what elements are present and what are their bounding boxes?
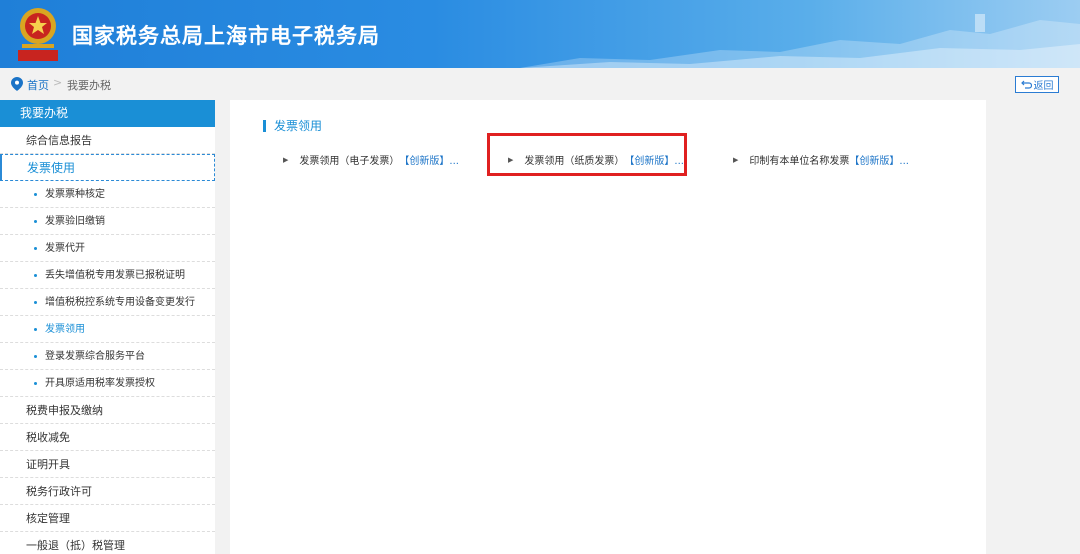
link-text: 印制有本单位名称发票 xyxy=(749,156,850,167)
sidebar-heading: 我要办税 xyxy=(0,100,215,127)
link-tag: 【创新版】... xyxy=(849,156,909,167)
sidebar-item[interactable]: 税务行政许可 xyxy=(0,478,215,505)
sidebar-subitem[interactable]: 发票验旧缴销 xyxy=(0,208,215,235)
location-pin-icon xyxy=(11,77,23,91)
sidebar-subitem-invoice-collection[interactable]: 发票领用 xyxy=(0,316,215,343)
sidebar-subitem[interactable]: 丢失增值税专用发票已报税证明 xyxy=(0,262,215,289)
link-tag: 【创新版】... xyxy=(399,156,459,167)
sidebar-item-comprehensive-report[interactable]: 综合信息报告 xyxy=(0,127,215,154)
tax-emblem-icon xyxy=(18,8,58,61)
breadcrumb-separator: > xyxy=(53,76,63,89)
bullet-icon xyxy=(34,354,37,358)
link-electronic-invoice[interactable]: ▶ 发票领用（电子发票） 【创新版】... xyxy=(283,152,459,168)
sidebar-item[interactable]: 一般退（抵）税管理 xyxy=(0,532,215,554)
sidebar-subitem[interactable]: 增值税税控系统专用设备变更发行 xyxy=(0,289,215,316)
back-button[interactable]: 返回 xyxy=(1015,76,1059,93)
bullet-icon xyxy=(34,246,37,250)
breadcrumb-current: 我要办税 xyxy=(67,79,111,92)
sidebar-subitem[interactable]: 发票代开 xyxy=(0,235,215,262)
return-arrow-icon xyxy=(1020,80,1032,89)
breadcrumb-home-link[interactable]: 首页 xyxy=(27,77,49,93)
bullet-icon xyxy=(34,327,37,331)
site-title: 国家税务总局上海市电子税务局 xyxy=(72,24,380,48)
highlight-annotation-box xyxy=(487,133,687,176)
sidebar-subitem-label: 开具原适用税率发票授权 xyxy=(45,378,155,389)
sidebar-subitem-label: 增值税税控系统专用设备变更发行 xyxy=(45,297,195,308)
arrow-right-icon: ▶ xyxy=(733,155,739,164)
breadcrumb: 首页 > 我要办税 xyxy=(0,68,1080,100)
sidebar-subitem[interactable]: 开具原适用税率发票授权 xyxy=(0,370,215,397)
back-button-label: 返回 xyxy=(1033,81,1054,92)
sidebar-item[interactable]: 证明开具 xyxy=(0,451,215,478)
bullet-icon xyxy=(34,273,37,277)
sidebar-subitem-label: 登录发票综合服务平台 xyxy=(45,351,145,362)
title-bar-decoration xyxy=(263,119,266,132)
arrow-right-icon: ▶ xyxy=(283,155,289,164)
sidebar-subitem-label: 发票代开 xyxy=(45,243,85,254)
sidebar-subitem[interactable]: 发票票种核定 xyxy=(0,181,215,208)
sidebar: 我要办税 综合信息报告 发票使用 发票票种核定 发票验旧缴销 发票代开 丢失增值… xyxy=(0,100,215,554)
link-printed-invoice[interactable]: ▶ 印制有本单位名称发票 【创新版】... xyxy=(733,152,909,168)
sidebar-subitem-label: 发票验旧缴销 xyxy=(45,216,105,227)
bullet-icon xyxy=(34,300,37,304)
sidebar-subitem-label: 发票领用 xyxy=(45,324,85,335)
sidebar-subitem-label: 发票票种核定 xyxy=(45,189,105,200)
sidebar-item[interactable]: 税收减免 xyxy=(0,424,215,451)
site-header: 国家税务总局上海市电子税务局 xyxy=(0,0,1080,68)
link-text: 发票领用（电子发票） xyxy=(299,156,400,167)
sidebar-item[interactable]: 税费申报及缴纳 xyxy=(0,397,215,424)
sidebar-subitem-label: 丢失增值税专用发票已报税证明 xyxy=(45,270,185,281)
sidebar-group-invoice-use[interactable]: 发票使用 xyxy=(0,154,215,181)
section-title: 发票领用 xyxy=(263,117,322,134)
sidebar-item[interactable]: 核定管理 xyxy=(0,505,215,532)
great-wall-decoration xyxy=(520,14,1080,68)
section-title-text: 发票领用 xyxy=(274,119,323,133)
sidebar-subitem[interactable]: 登录发票综合服务平台 xyxy=(0,343,215,370)
bullet-icon xyxy=(34,219,37,223)
bullet-icon xyxy=(34,192,37,196)
bullet-icon xyxy=(34,381,37,385)
